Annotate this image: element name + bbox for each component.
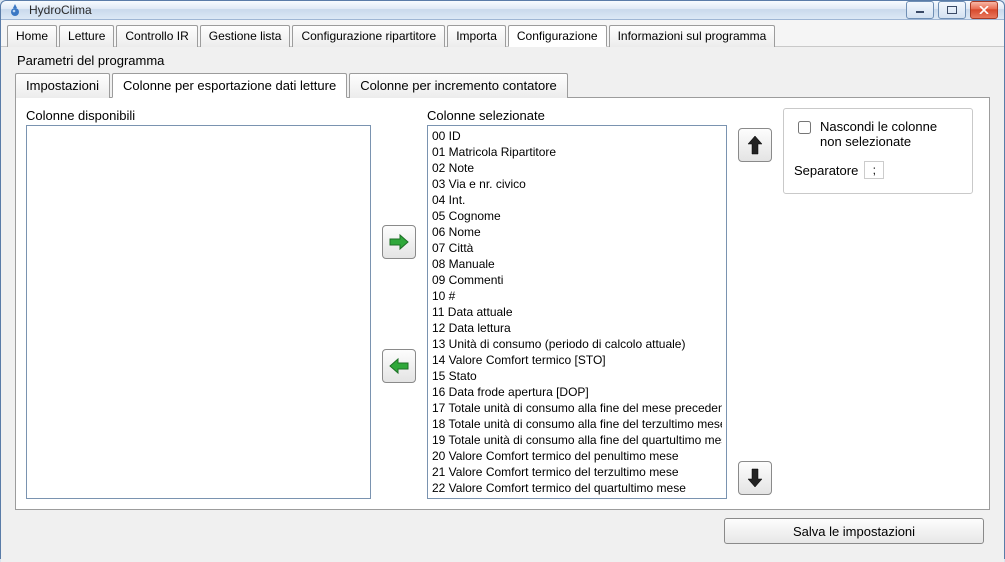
list-item[interactable]: 07 Città: [432, 240, 722, 256]
main-tab-6[interactable]: Configurazione: [508, 25, 607, 47]
list-item[interactable]: 02 Note: [432, 160, 722, 176]
main-tab-2[interactable]: Controllo IR: [116, 25, 197, 47]
hide-unselected-label: Nascondi le colonne non selezionate: [820, 119, 962, 149]
app-window: HydroClima HomeLettureControllo IRGestio…: [0, 0, 1005, 559]
list-item[interactable]: 06 Nome: [432, 224, 722, 240]
list-item[interactable]: 03 Via e nr. civico: [432, 176, 722, 192]
list-item[interactable]: 12 Data lettura: [432, 320, 722, 336]
list-item[interactable]: 09 Commenti: [432, 272, 722, 288]
config-panel: Colonne disponibili Colonne selezionate: [15, 97, 990, 510]
selected-columns-label: Colonne selezionate: [427, 108, 727, 123]
footer: Salva le impostazioni: [9, 510, 996, 554]
list-item[interactable]: 22 Valore Comfort termico del quartultim…: [432, 480, 722, 496]
separator-input[interactable]: [864, 161, 884, 179]
titlebar: HydroClima: [1, 1, 1004, 20]
save-button[interactable]: Salva le impostazioni: [724, 518, 984, 544]
list-item[interactable]: 16 Data frode apertura [DOP]: [432, 384, 722, 400]
move-up-button[interactable]: [738, 128, 772, 162]
list-item[interactable]: 19 Totale unità di consumo alla fine del…: [432, 432, 722, 448]
minimize-button[interactable]: [906, 1, 934, 19]
reorder-buttons-column: [735, 108, 775, 499]
available-columns-label: Colonne disponibili: [26, 108, 371, 123]
selected-columns-list[interactable]: 00 ID01 Matricola Ripartitore02 Note03 V…: [427, 125, 727, 499]
content-area: Parametri del programma ImpostazioniColo…: [1, 47, 1004, 562]
list-item[interactable]: 17 Totale unità di consumo alla fine del…: [432, 400, 722, 416]
list-item[interactable]: 21 Valore Comfort termico del terzultimo…: [432, 464, 722, 480]
group-title: Parametri del programma: [9, 51, 996, 72]
list-item[interactable]: 13 Unità di consumo (periodo di calcolo …: [432, 336, 722, 352]
main-tab-5[interactable]: Importa: [447, 25, 506, 47]
list-item[interactable]: 05 Cognome: [432, 208, 722, 224]
sub-tab-2[interactable]: Colonne per incremento contatore: [349, 73, 568, 98]
list-item[interactable]: 14 Valore Comfort termico [STO]: [432, 352, 722, 368]
app-icon: [7, 2, 23, 18]
main-tabs: HomeLettureControllo IRGestione listaCon…: [1, 20, 1004, 47]
list-item[interactable]: 15 Stato: [432, 368, 722, 384]
main-tab-7[interactable]: Informazioni sul programma: [609, 25, 776, 47]
main-tab-4[interactable]: Configurazione ripartitore: [292, 25, 445, 47]
list-item[interactable]: 00 ID: [432, 128, 722, 144]
main-tab-3[interactable]: Gestione lista: [200, 25, 291, 47]
sub-tab-0[interactable]: Impostazioni: [15, 73, 110, 98]
move-left-button[interactable]: [382, 349, 416, 383]
main-tab-1[interactable]: Letture: [59, 25, 114, 47]
list-item[interactable]: 08 Manuale: [432, 256, 722, 272]
side-options-box: Nascondi le colonne non selezionate Sepa…: [783, 108, 973, 194]
window-title: HydroClima: [29, 3, 92, 17]
window-controls: [906, 1, 998, 19]
list-item[interactable]: 18 Totale unità di consumo alla fine del…: [432, 416, 722, 432]
list-item[interactable]: 20 Valore Comfort termico del penultimo …: [432, 448, 722, 464]
sub-tabs: ImpostazioniColonne per esportazione dat…: [9, 72, 996, 97]
list-item[interactable]: 01 Matricola Ripartitore: [432, 144, 722, 160]
move-right-button[interactable]: [382, 225, 416, 259]
sub-tab-1[interactable]: Colonne per esportazione dati letture: [112, 73, 347, 98]
list-item[interactable]: 11 Data attuale: [432, 304, 722, 320]
move-down-button[interactable]: [738, 461, 772, 495]
hide-unselected-checkbox[interactable]: [798, 121, 811, 134]
list-item[interactable]: 10 #: [432, 288, 722, 304]
close-button[interactable]: [970, 1, 998, 19]
side-panel: Nascondi le colonne non selezionate Sepa…: [783, 108, 973, 499]
main-tab-0[interactable]: Home: [7, 25, 57, 47]
available-columns-list[interactable]: [26, 125, 371, 499]
maximize-button[interactable]: [938, 1, 966, 19]
separator-label: Separatore: [794, 163, 858, 178]
list-item[interactable]: 04 Int.: [432, 192, 722, 208]
move-buttons-column: [379, 108, 419, 499]
